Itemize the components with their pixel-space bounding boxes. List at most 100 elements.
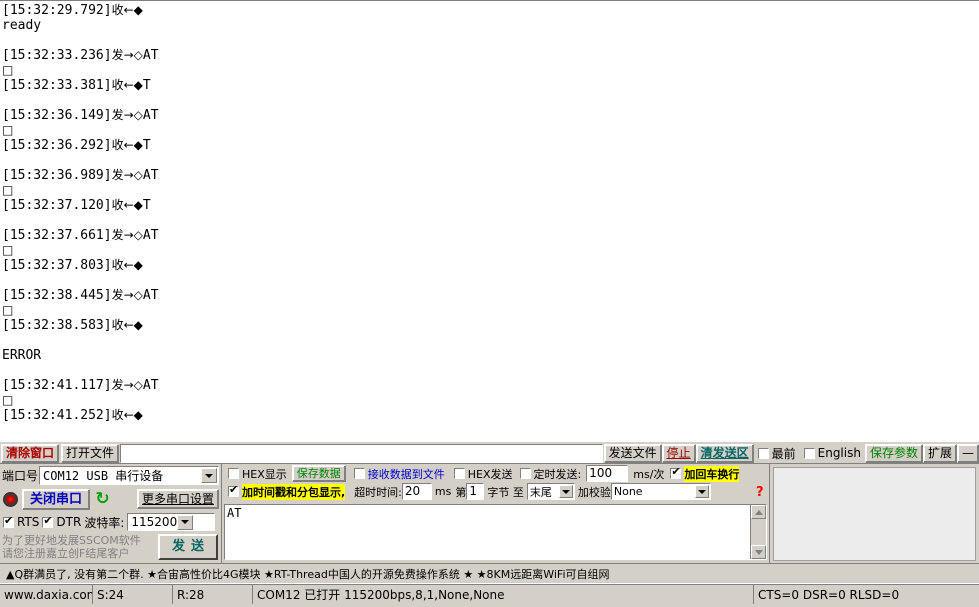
file-path-input[interactable] [120,443,603,463]
port-select[interactable]: COM12 USB 串行设备 [39,466,219,485]
terminal-line: [15:32:36.989]发→◇AT [2,168,979,183]
question-mark-icon[interactable]: ? [756,486,764,499]
rts-checkbox[interactable] [3,515,14,528]
port-control-row: 关闭串口 ↻ 更多串口设置 [0,486,221,512]
terminal-direction: 收← [111,198,134,212]
terminal-direction: 收← [111,78,134,92]
hex-display-checkbox[interactable]: HEX显示 [228,466,287,482]
stop-button[interactable]: 停止 [661,443,696,463]
byte-end-select[interactable]: 末尾 [526,483,575,500]
chevron-down-icon[interactable] [201,468,217,483]
terminal-marker-icon: ◆ [133,138,143,152]
topmost-label: 最前 [771,446,796,461]
terminal-timestamp: [15:32:37.661] [2,228,112,243]
terminal-marker-icon: □ [2,243,14,257]
dtr-checkbox[interactable] [42,515,54,528]
terminal-direction: 发→ [111,48,134,62]
byte-index-input[interactable]: 1 [466,483,485,500]
more-port-settings-button[interactable]: 更多串口设置 [136,489,219,509]
terminal-line: ERROR [2,348,979,363]
english-checkbox[interactable]: English [800,446,865,460]
topmost-checkbox[interactable]: 最前 [754,445,800,462]
terminal-marker-icon: □ [2,63,14,77]
clear-window-button[interactable]: 清除窗口 [1,443,60,463]
timestamp-checkbox[interactable]: 加时间戳和分包显示, [228,483,346,500]
terminal-timestamp: [15:32:36.989] [2,168,112,183]
extension-panel [769,464,979,563]
port-label: 端口号 [2,469,39,483]
timed-send-input[interactable]: 100 [586,465,629,482]
terminal-direction: 收← [111,258,134,272]
send-button[interactable]: 发送 [158,534,218,560]
minimize-panel-button[interactable]: — [957,443,979,463]
byte-end-select-value: 末尾 [529,485,552,499]
send-options-column: HEX显示 保存数据 接收数据到文件 HEX发送 定时发送: 100 ms/次 [222,464,769,563]
status-website[interactable]: www.daxia.com [0,584,92,604]
status-connection-info: COM12 已打开 115200bps,8,1,None,None [252,584,753,604]
terminal-direction: 收← [111,3,134,17]
extend-button[interactable]: 扩展 [922,443,957,463]
terminal-line: □ [2,63,979,78]
terminal-line: [15:32:37.803]收←◆ [2,258,979,273]
terminal-timestamp: [15:32:37.803] [2,258,112,273]
advertisement-bar: ▲Q群满员了, 没有第二个群. ★合宙高性价比4G模块 ★RT-Thread中国… [0,563,979,583]
send-file-button[interactable]: 发送文件 [603,443,662,463]
port-select-value: COM12 USB 串行设备 [43,469,164,483]
terminal-line: ready [2,18,979,33]
save-data-button[interactable]: 保存数据 [291,465,346,482]
terminal-text: AT [142,48,159,63]
open-file-button[interactable]: 打开文件 [61,443,120,463]
send-textarea-scrollbar[interactable] [750,505,766,559]
chevron-down-icon[interactable] [177,514,194,530]
terminal-marker-icon: ◇ [133,168,143,182]
topmost-checkbox-box[interactable] [757,447,769,459]
terminal-text: AT [142,228,159,243]
send-textarea-wrapper[interactable]: AT [224,504,767,560]
scroll-down-icon[interactable] [751,545,766,559]
recv-to-file-checkbox-box[interactable] [353,468,365,479]
chevron-down-icon[interactable] [558,485,573,498]
terminal-text: AT [142,378,159,393]
refresh-icon[interactable]: ↻ [94,490,111,508]
save-params-button[interactable]: 保存参数 [864,443,923,463]
terminal-line: [15:32:37.120]收←◆T [2,198,979,213]
close-port-button[interactable]: 关闭串口 [22,488,91,510]
terminal-output-panel[interactable]: [15:32:29.792]收←◆ ready [15:32:33.236]发→◇… [0,0,979,441]
byte-range-label: 字节 至 [487,485,524,499]
byte-prefix-label: 第 [455,485,467,499]
baud-select[interactable]: 115200 [127,513,216,531]
terminal-timestamp: [15:32:36.292] [2,138,112,153]
crlf-checkbox[interactable]: 加回车换行 [670,465,740,482]
recv-to-file-checkbox[interactable]: 接收数据到文件 [353,466,445,482]
terminal-marker-icon: ◇ [133,288,143,302]
extension-pane[interactable] [773,467,976,561]
terminal-line: [15:32:36.292]收←◆T [2,138,979,153]
scroll-up-icon[interactable] [751,505,766,519]
rts-label: RTS [17,515,40,529]
hex-send-checkbox-box[interactable] [453,468,465,479]
options-row-2: 加时间戳和分包显示, 超时时间: 20 ms 第 1 字节 至 末尾 加校验 N… [222,483,769,500]
english-label: English [817,446,861,460]
chevron-down-icon[interactable] [694,485,709,498]
timestamp-checkbox-box[interactable] [228,484,239,497]
ms-per-label: ms/次 [633,467,665,481]
status-received-count: R:28 [172,584,252,604]
recv-to-file-label: 接收数据到文件 [367,467,445,481]
terminal-log: [15:32:29.792]收←◆ ready [15:32:33.236]发→◇… [0,1,979,423]
clear-send-area-button[interactable]: 清发送区 [695,443,754,463]
hex-send-checkbox[interactable]: HEX发送 [453,466,513,482]
hex-display-label: HEX显示 [242,467,287,481]
english-checkbox-box[interactable] [803,447,815,459]
timed-send-checkbox[interactable]: 定时发送: [519,466,581,482]
crlf-checkbox-box[interactable] [670,466,682,479]
terminal-timestamp: [15:32:36.149] [2,108,112,123]
timeout-input[interactable]: 20 [401,483,432,500]
terminal-marker-icon: ◇ [133,378,143,392]
checksum-select[interactable]: None [610,483,711,500]
send-textarea[interactable]: AT [225,505,750,559]
timed-send-checkbox-box[interactable] [519,468,531,479]
hex-display-checkbox-box[interactable] [228,468,239,479]
